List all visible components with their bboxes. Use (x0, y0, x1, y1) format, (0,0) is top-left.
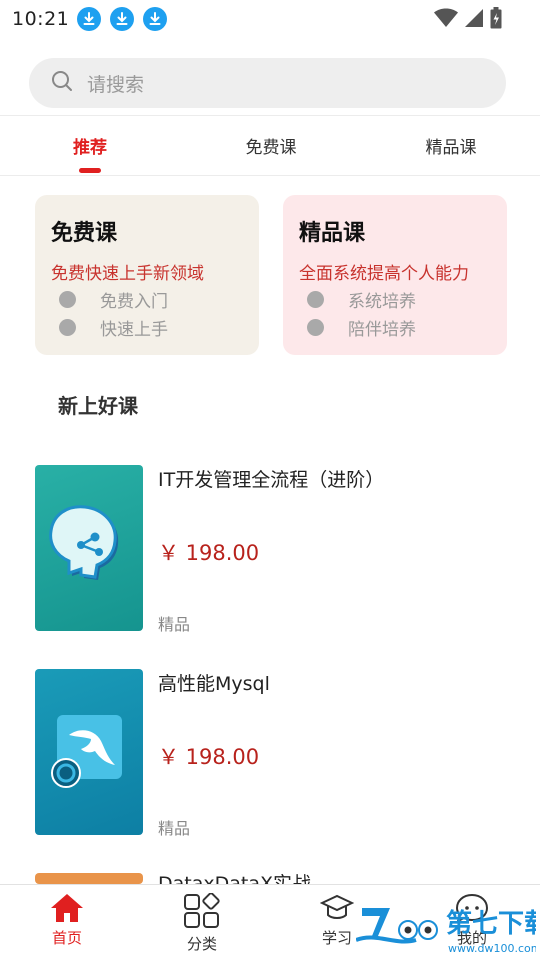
course-thumbnail (35, 669, 143, 835)
premium-course-card[interactable]: 精品课 全面系统提高个人能力 系统培养 陪伴培养 (283, 195, 507, 355)
wifi-icon (434, 8, 458, 32)
mysql-dolphin-icon (51, 715, 122, 788)
feature-label: 快速上手 (100, 320, 168, 340)
watermark-logo: 第七下载站 www.dw100.com (355, 896, 540, 956)
card-subtitle: 免费快速上手新领域 (51, 264, 204, 284)
feature-label: 系统培养 (348, 292, 416, 312)
battery-icon (490, 7, 502, 33)
course-title: DataxDataX实战 (158, 873, 311, 884)
course-item[interactable]: IT开发管理全流程（进阶） ￥ 198.00 精品 (35, 465, 505, 634)
nav-label: 学习 (321, 929, 352, 947)
status-indicators (434, 7, 502, 33)
nav-label: 首页 (51, 929, 82, 947)
download-icon (143, 7, 168, 31)
head-network-icon (49, 505, 119, 580)
bullet-dot (59, 291, 76, 308)
nav-category[interactable]: 分类 (157, 893, 247, 954)
category-icon (184, 893, 220, 928)
tab-indicator (79, 168, 101, 173)
status-time: 10:21 (12, 8, 70, 30)
card-feature: 陪伴培养 (299, 315, 491, 340)
course-item[interactable]: 高性能Mysql ￥ 198.00 精品 (35, 669, 505, 838)
tab-recommend[interactable]: 推荐 (45, 116, 135, 175)
course-tag: 精品 (158, 615, 191, 634)
status-bar: 10:21 (0, 0, 540, 38)
card-feature: 免费入门 (51, 287, 243, 312)
watermark-text: 第七下载站 (446, 908, 536, 939)
study-icon (320, 894, 354, 919)
course-price: ￥ 198.00 (158, 541, 260, 565)
download-icon (110, 7, 135, 31)
card-title: 免费课 (51, 221, 118, 246)
card-subtitle: 全面系统提高个人能力 (299, 264, 469, 284)
home-icon (51, 894, 83, 922)
bullet-dot (59, 319, 76, 336)
course-thumbnail (35, 873, 143, 884)
search-placeholder: 请搜索 (87, 73, 145, 96)
search-icon (51, 70, 73, 96)
tab-premium-courses[interactable]: 精品课 (406, 116, 496, 175)
signal-icon (464, 8, 484, 32)
course-item[interactable]: DataxDataX实战 (35, 873, 505, 884)
course-title: 高性能Mysql (158, 673, 270, 695)
course-tag: 精品 (158, 819, 191, 838)
divider (0, 175, 540, 176)
course-thumbnail (35, 465, 143, 631)
bullet-dot (307, 319, 324, 336)
watermark-url: www.dw100.com (448, 942, 536, 955)
tab-bar: 推荐 免费课 精品课 (0, 116, 540, 175)
section-title: 新上好课 (58, 394, 138, 418)
nav-home[interactable]: 首页 (22, 893, 112, 948)
free-course-card[interactable]: 免费课 免费快速上手新领域 免费入门 快速上手 (35, 195, 259, 355)
nav-label: 分类 (186, 935, 217, 953)
tab-free-courses[interactable]: 免费课 (226, 116, 316, 175)
bullet-dot (307, 291, 324, 308)
card-title: 精品课 (299, 221, 366, 246)
download-icon (77, 7, 102, 31)
feature-label: 免费入门 (100, 292, 168, 312)
course-title: IT开发管理全流程（进阶） (158, 469, 385, 491)
feature-label: 陪伴培养 (348, 320, 416, 340)
search-input[interactable]: 请搜索 (29, 58, 506, 108)
card-feature: 系统培养 (299, 287, 491, 312)
card-feature: 快速上手 (51, 315, 243, 340)
course-price: ￥ 198.00 (158, 745, 260, 769)
